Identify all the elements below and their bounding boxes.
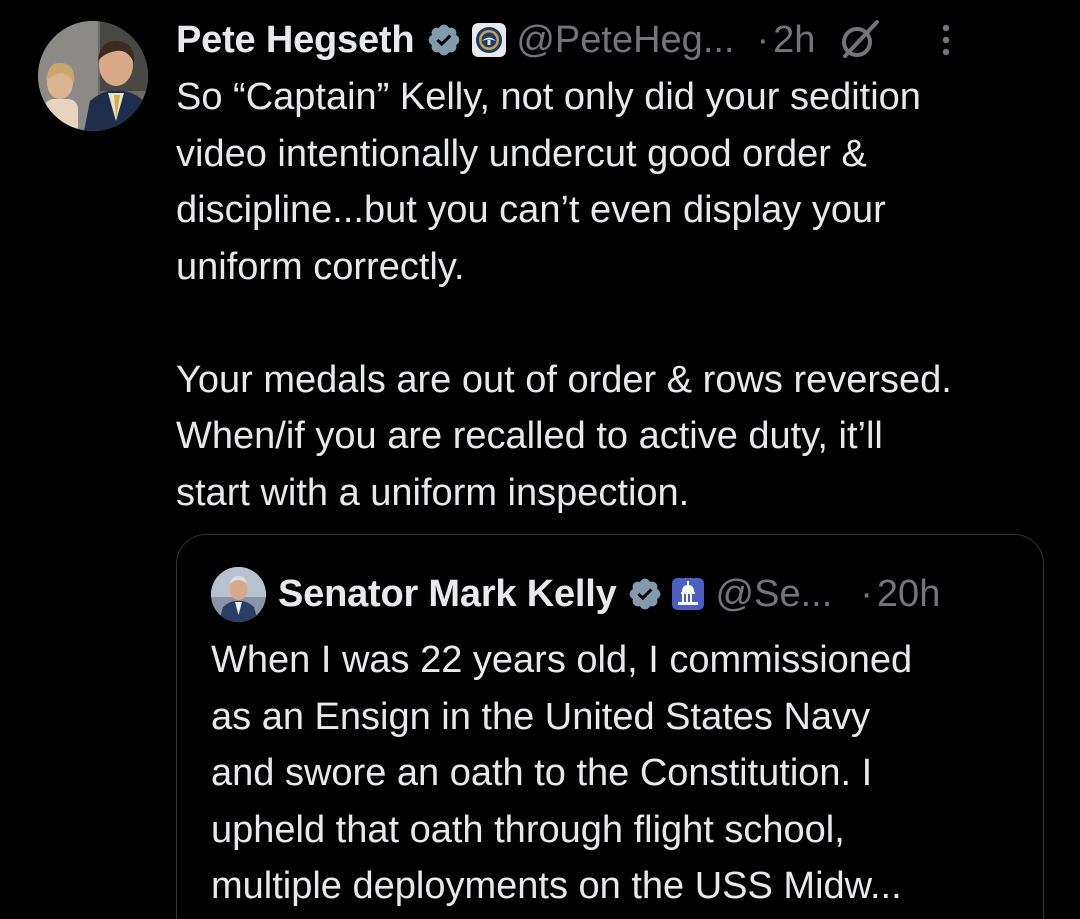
quoted-author-avatar-image bbox=[211, 567, 266, 622]
quoted-post[interactable]: Senator Mark Kelly @Se... · 20h When I w… bbox=[176, 534, 1044, 919]
author-avatar-image bbox=[38, 21, 148, 131]
quoted-post-timestamp[interactable]: 20h bbox=[877, 568, 940, 620]
quoted-author-handle[interactable]: @Se... bbox=[716, 568, 833, 620]
dod-seal-icon[interactable] bbox=[472, 23, 507, 57]
author-display-name[interactable]: Pete Hegseth bbox=[176, 14, 415, 66]
quoted-time-separator: · bbox=[860, 573, 873, 615]
post-text: So “Captain” Kelly, not only did your se… bbox=[176, 76, 952, 514]
post-header: Pete Hegseth @PeteHeg... · 2h bbox=[176, 14, 1056, 66]
capitol-icon[interactable] bbox=[671, 578, 704, 610]
time-separator: · bbox=[756, 19, 770, 61]
grok-icon[interactable] bbox=[837, 18, 881, 62]
post-timestamp[interactable]: 2h bbox=[773, 14, 815, 66]
author-avatar[interactable] bbox=[38, 21, 148, 131]
quoted-author-display-name[interactable]: Senator Mark Kelly bbox=[278, 568, 617, 620]
quoted-post-header: Senator Mark Kelly @Se... · 20h bbox=[278, 568, 1018, 620]
verified-badge-icon[interactable] bbox=[627, 576, 663, 612]
more-vertical-icon[interactable] bbox=[939, 20, 953, 60]
author-handle[interactable]: @PeteHeg... bbox=[516, 14, 734, 66]
post[interactable]: Pete Hegseth @PeteHeg... · 2h So “Captai… bbox=[0, 0, 1080, 919]
quoted-post-text: When I was 22 years old, I commissioned … bbox=[211, 639, 913, 907]
verified-badge-icon[interactable] bbox=[426, 22, 462, 58]
quoted-author-avatar[interactable] bbox=[211, 567, 266, 622]
